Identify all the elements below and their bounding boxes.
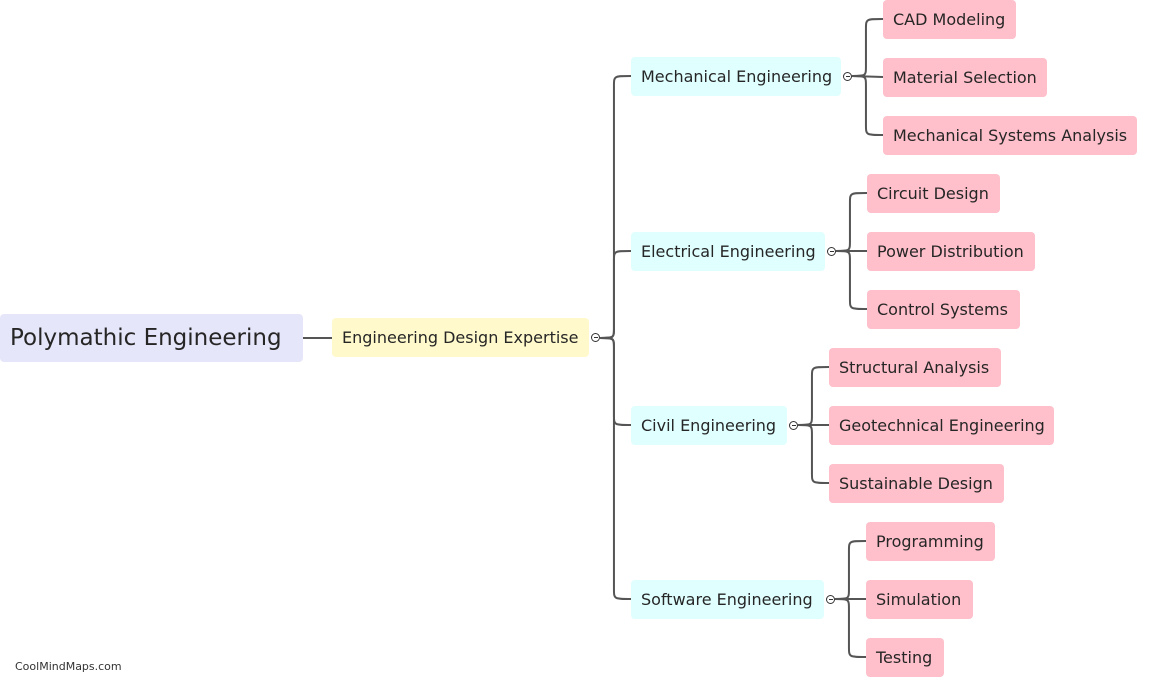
collapse-toggle-icon[interactable] [789, 421, 798, 430]
node-control-systems[interactable]: Control Systems [867, 290, 1020, 329]
link-branch-2-child-2 [797, 424, 830, 484]
node-material-selection[interactable]: Material Selection [883, 58, 1047, 97]
node-label: CAD Modeling [893, 10, 1006, 29]
collapse-toggle-icon[interactable] [843, 72, 852, 81]
link-level1-branch-3 [599, 337, 632, 600]
root-node[interactable]: Polymathic Engineering [0, 314, 303, 362]
node-label: Circuit Design [877, 184, 989, 203]
node-mechanical-systems-analysis[interactable]: Mechanical Systems Analysis [883, 116, 1137, 155]
node-label: Civil Engineering [641, 416, 777, 435]
node-label: Power Distribution [877, 242, 1024, 261]
node-circuit-design[interactable]: Circuit Design [867, 174, 1000, 213]
node-programming[interactable]: Programming [866, 522, 995, 561]
node-sustainable-design[interactable]: Sustainable Design [829, 464, 1004, 503]
node-label: Engineering Design Expertise [342, 328, 579, 347]
node-geotechnical-engineering[interactable]: Geotechnical Engineering [829, 406, 1054, 445]
node-label: Testing [876, 648, 933, 667]
root-label: Polymathic Engineering [10, 325, 282, 351]
node-software-engineering[interactable]: Software Engineering [631, 580, 824, 619]
collapse-toggle-icon[interactable] [591, 333, 600, 342]
node-label: Programming [876, 532, 984, 551]
node-electrical-engineering[interactable]: Electrical Engineering [631, 232, 825, 271]
node-label: Simulation [876, 590, 962, 609]
node-simulation[interactable]: Simulation [866, 580, 973, 619]
link-branch-1-child-2 [835, 250, 868, 310]
link-branch-2-child-0 [797, 366, 830, 426]
link-branch-0-child-0 [851, 18, 884, 77]
collapse-toggle-icon[interactable] [826, 595, 835, 604]
collapse-toggle-icon[interactable] [827, 247, 836, 256]
node-label: Mechanical Engineering [641, 67, 833, 86]
link-branch-3-child-2 [834, 598, 867, 658]
node-label: Structural Analysis [839, 358, 990, 377]
node-power-distribution[interactable]: Power Distribution [867, 232, 1035, 271]
link-level1-branch-2 [599, 337, 632, 426]
link-level1-branch-0 [599, 75, 632, 339]
link-branch-1-child-0 [835, 192, 868, 252]
node-engineering-design-expertise[interactable]: Engineering Design Expertise [332, 318, 589, 357]
link-branch-0-child-2 [851, 75, 884, 136]
node-label: Control Systems [877, 300, 1008, 319]
node-structural-analysis[interactable]: Structural Analysis [829, 348, 1001, 387]
node-cad-modeling[interactable]: CAD Modeling [883, 0, 1016, 39]
node-label: Electrical Engineering [641, 242, 816, 261]
node-label: Software Engineering [641, 590, 813, 609]
node-label: Sustainable Design [839, 474, 993, 493]
node-testing[interactable]: Testing [866, 638, 944, 677]
node-civil-engineering[interactable]: Civil Engineering [631, 406, 787, 445]
node-mechanical-engineering[interactable]: Mechanical Engineering [631, 57, 841, 96]
node-label: Geotechnical Engineering [839, 416, 1045, 435]
watermark: CoolMindMaps.com [15, 660, 122, 673]
link-level1-branch-1 [599, 250, 632, 339]
node-label: Mechanical Systems Analysis [893, 126, 1128, 145]
node-label: Material Selection [893, 68, 1037, 87]
link-branch-3-child-0 [834, 540, 867, 600]
